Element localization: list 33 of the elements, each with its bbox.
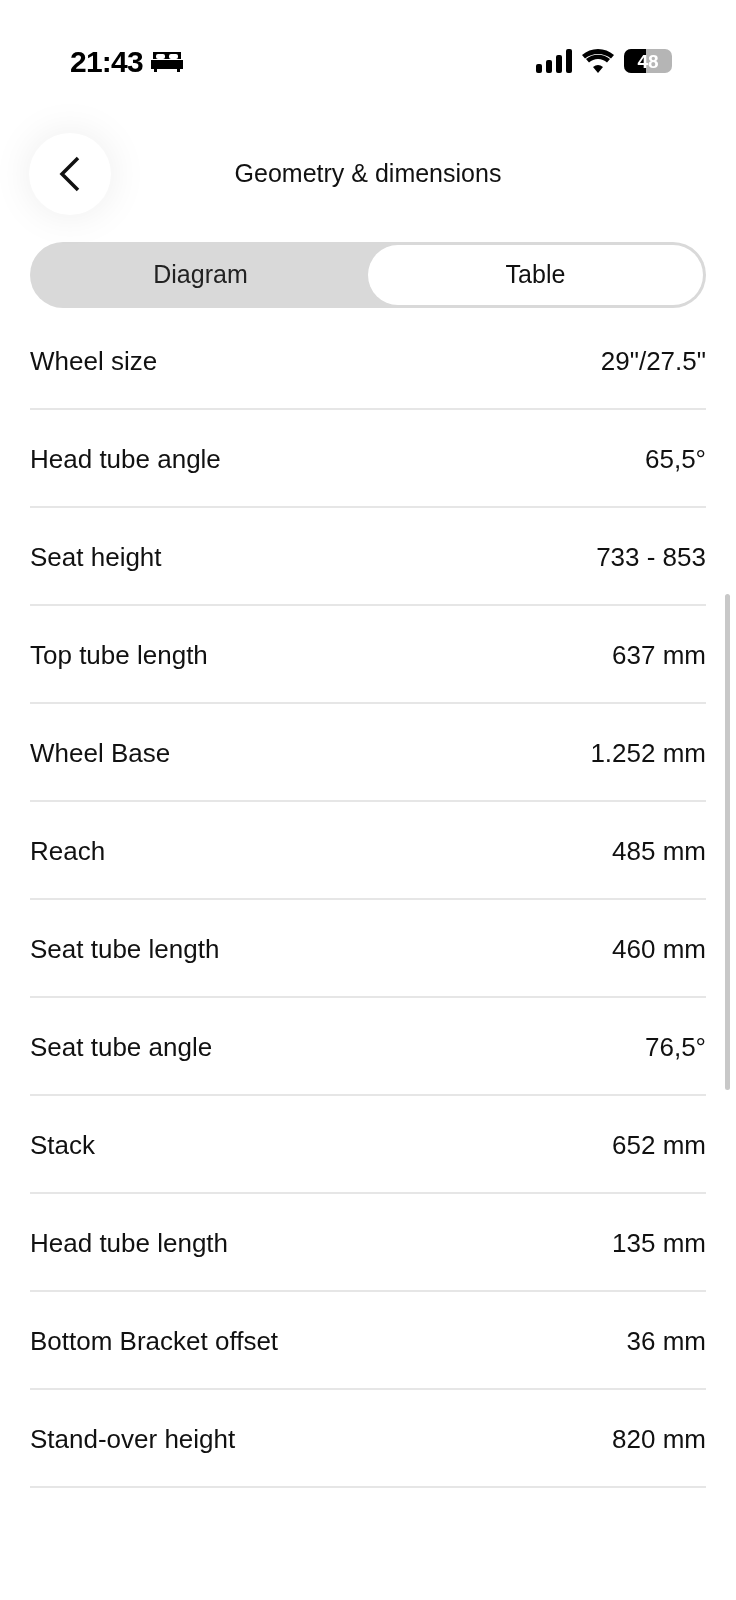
status-time: 21:43 (70, 43, 143, 80)
row-value: 820 mm (612, 1422, 706, 1456)
signal-icon (536, 49, 572, 73)
segment-tab[interactable]: Diagram (33, 245, 368, 305)
row-value: 652 mm (612, 1128, 706, 1162)
row-value: 637 mm (612, 638, 706, 672)
row-value: 733 - 853 (596, 540, 706, 574)
row-value: 135 mm (612, 1226, 706, 1260)
back-icon (59, 156, 81, 192)
row-value: 36 mm (626, 1324, 706, 1358)
row-value: 460 mm (612, 932, 706, 966)
row-label: Bottom Bracket offset (30, 1324, 279, 1358)
row-label: Stack (30, 1128, 96, 1162)
row-label: Seat height (30, 540, 162, 574)
bed-icon (151, 50, 183, 72)
row-label: Head tube angle (30, 442, 221, 476)
row-label: Reach (30, 834, 106, 868)
row-label: Seat tube angle (30, 1030, 213, 1064)
row-label: Stand-over height (30, 1422, 236, 1456)
row-label: Wheel size (30, 344, 158, 378)
row-value: 485 mm (612, 834, 706, 868)
row-value: 29"/27.5" (600, 344, 706, 378)
wifi-icon (582, 49, 614, 73)
row-value: 65,5° (645, 442, 706, 476)
segment-tab[interactable]: Table (368, 245, 703, 305)
row-label: Head tube length (30, 1226, 229, 1260)
scrollbar[interactable] (725, 594, 730, 1090)
row-label: Top tube length (30, 638, 208, 672)
row-label: Wheel Base (30, 736, 171, 770)
row-label: Seat tube length (30, 932, 220, 966)
row-value: 1.252 mm (590, 736, 706, 770)
row-value: 76,5° (645, 1030, 706, 1064)
page-title: Geometry & dimensions (234, 158, 502, 190)
